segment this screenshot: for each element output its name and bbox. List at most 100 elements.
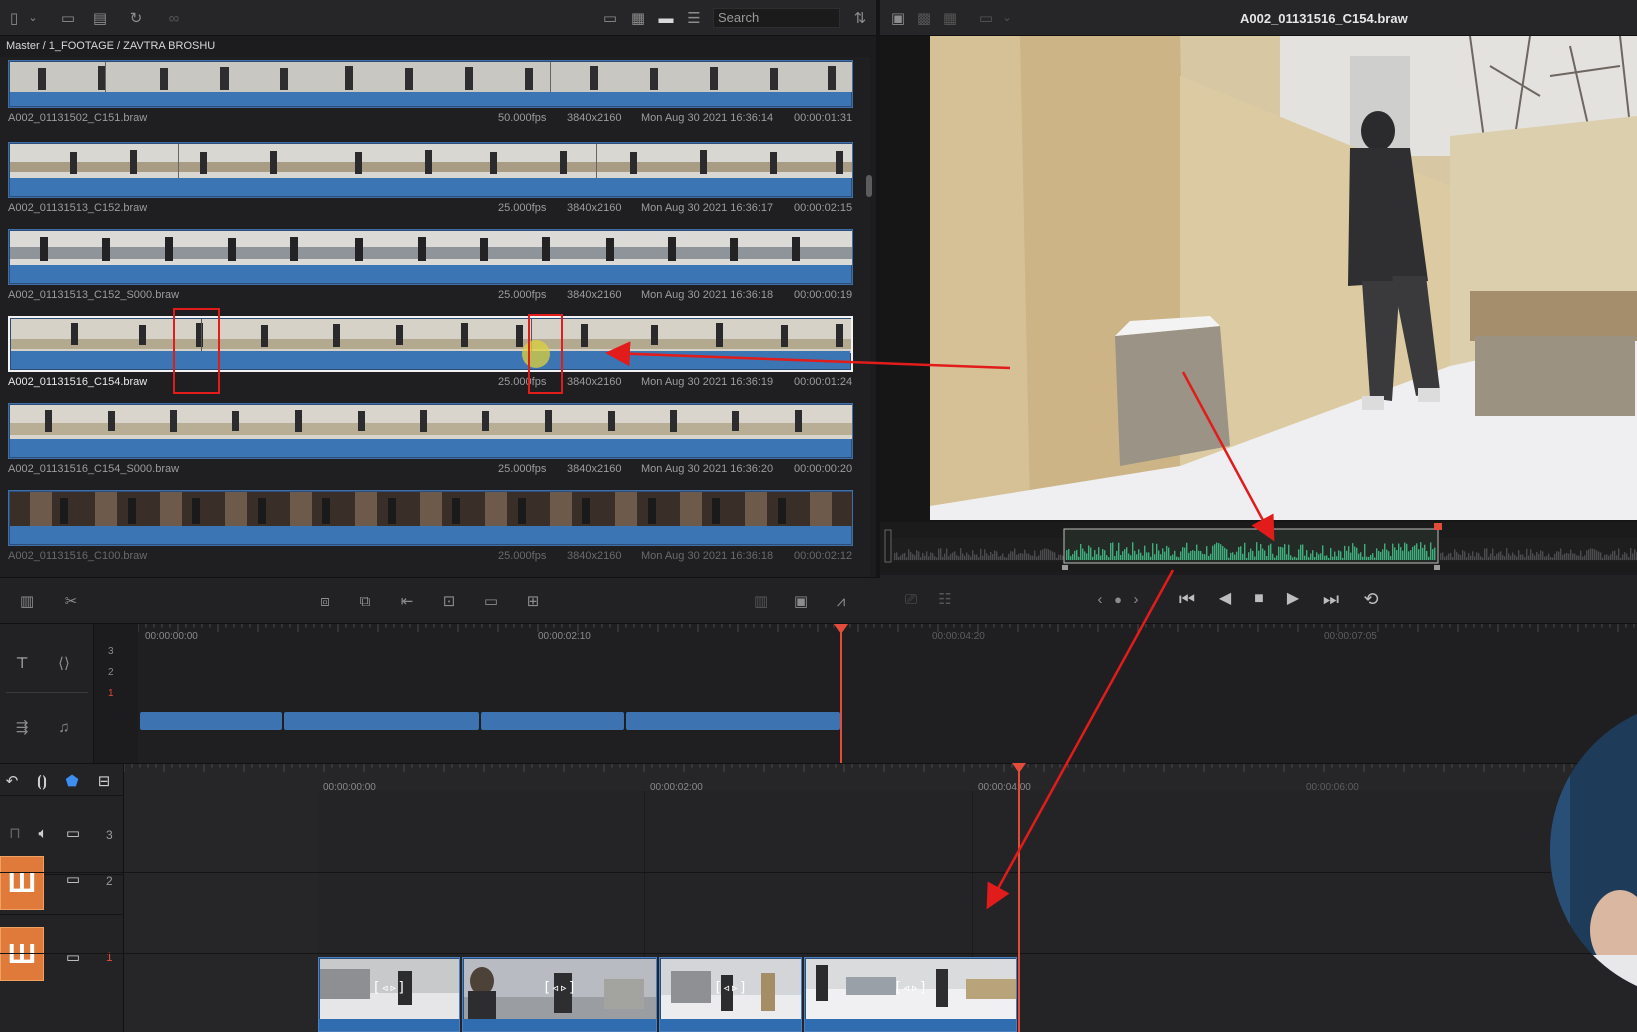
clip-name: A002_01131513_C152.braw xyxy=(8,202,148,214)
clip-duration: 00:00:01:24 xyxy=(794,376,853,388)
webcam-overlay xyxy=(1550,700,1637,1000)
timeline-video-clip[interactable]: [◃▹] xyxy=(462,957,657,1032)
ripple-overwrite-icon[interactable]: ⇤ xyxy=(392,590,422,612)
clip-filmstrip[interactable] xyxy=(8,316,853,372)
clip-filmstrip[interactable] xyxy=(8,490,853,546)
jog-right-icon[interactable]: › xyxy=(1128,589,1144,609)
clip-audio-bar xyxy=(11,351,850,369)
clip-resolution: 3840x2160 xyxy=(567,376,622,388)
chevron-down-icon[interactable]: ⌄ xyxy=(1000,9,1014,27)
clip-metadata: A002_01131513_C152_S000.braw 25.000fps 3… xyxy=(8,289,853,303)
divider xyxy=(6,692,88,693)
sleep-icon[interactable]: ▥ xyxy=(12,590,42,612)
multicam-icon[interactable]: ▦ xyxy=(940,9,960,27)
audio-track-options-icon[interactable]: ♫ xyxy=(50,716,78,738)
linked-selection-icon[interactable]: ⦗⦘ xyxy=(32,772,52,790)
panel-toggle-icon[interactable]: ▯ xyxy=(4,9,24,27)
new-bin-icon[interactable]: ▤ xyxy=(90,9,110,27)
clip-filmstrip[interactable] xyxy=(8,229,853,285)
clip-date: Mon Aug 30 2021 16:36:20 xyxy=(641,463,774,475)
snap-icon[interactable]: ↶ xyxy=(2,772,22,790)
flag-icon[interactable]: ⬟ xyxy=(64,772,80,790)
viewer-scrubber[interactable] xyxy=(880,522,1637,572)
clip-filmstrip[interactable] xyxy=(8,403,853,459)
clip-tag: [◃▹] xyxy=(713,980,748,996)
upper-playhead[interactable] xyxy=(840,630,842,764)
upper-timeline-tools: ⊤ ⟨⟩ ⇶ ♫ xyxy=(0,624,94,764)
place-on-top-icon[interactable]: ▭ xyxy=(476,590,506,612)
upper-playhead-handle[interactable] xyxy=(834,624,848,634)
search-input[interactable]: Search xyxy=(713,8,840,28)
clip-metadata: A002_01131516_C100.braw 25.000fps 3840x2… xyxy=(8,550,853,564)
relink-icon[interactable]: ↻ xyxy=(126,9,146,27)
metadata-view-icon[interactable]: ▭ xyxy=(600,9,620,27)
split-view-icon[interactable]: ▥ xyxy=(746,590,776,612)
track-lock-icon[interactable]: ⊤ xyxy=(8,652,36,674)
track-divider xyxy=(0,872,1637,873)
clip-bar xyxy=(660,1019,801,1031)
clip-metadata: A002_01131516_C154_S000.braw 25.000fps 3… xyxy=(8,463,853,477)
smart-insert-icon[interactable]: ⧈ xyxy=(310,590,340,612)
clip-audio-bar xyxy=(10,526,851,544)
track-number: 3 xyxy=(108,646,114,657)
timeline-clip[interactable] xyxy=(626,712,840,730)
scissors-icon[interactable]: ✂ xyxy=(60,590,82,612)
list-view-icon[interactable]: ☰ xyxy=(684,9,704,27)
play-icon[interactable]: ▶ xyxy=(1280,587,1306,611)
lower-playhead-handle[interactable] xyxy=(1012,763,1026,773)
viewer-clip-title: A002_01131516_C154.braw xyxy=(1240,11,1408,26)
timeline-video-clip[interactable]: [◃▹] xyxy=(659,957,802,1032)
video-track-icon[interactable]: ▭ xyxy=(62,824,84,842)
timeline-video-clip[interactable]: [◃▹] xyxy=(318,957,460,1032)
clip-duration: 00:00:02:12 xyxy=(794,550,853,562)
timeline-clip[interactable] xyxy=(140,712,282,730)
chevron-down-icon[interactable]: ⌄ xyxy=(26,9,40,27)
import-media-icon[interactable]: ▭ xyxy=(58,9,78,27)
clip-filmstrip[interactable] xyxy=(8,142,853,198)
timeline-clip[interactable] xyxy=(284,712,479,730)
clip-bar xyxy=(463,1019,656,1031)
link-icon[interactable]: ∞ xyxy=(164,9,184,27)
viewer-mode-icon[interactable]: ▭ xyxy=(976,9,996,27)
media-pool-scrollbar[interactable] xyxy=(866,175,872,197)
source-overwrite-icon[interactable]: ⊞ xyxy=(518,590,548,612)
timeline-clip[interactable] xyxy=(481,712,624,730)
play-reverse-icon[interactable]: ◀ xyxy=(1212,587,1238,611)
waveform-view-icon[interactable]: ⩘ xyxy=(826,590,856,612)
stop-icon[interactable]: ■ xyxy=(1246,587,1272,611)
single-view-icon[interactable]: ▣ xyxy=(786,590,816,612)
settings-sliders-icon[interactable]: ☷ xyxy=(932,589,958,609)
ruler-timecode: 00:00:00:00 xyxy=(145,631,198,642)
lower-playhead[interactable] xyxy=(1018,770,1020,1032)
clip-resolution: 3840x2160 xyxy=(567,289,622,301)
lock-icon[interactable]: ⊓ xyxy=(6,824,24,842)
clip-filmstrip[interactable] xyxy=(8,60,853,108)
safe-area-icon[interactable]: ▩ xyxy=(914,9,934,27)
go-to-end-icon[interactable]: ⏭ xyxy=(1316,587,1346,611)
divider xyxy=(0,795,124,796)
clip-export-icon[interactable]: ⎚ xyxy=(898,589,924,609)
sort-icon[interactable]: ⇅ xyxy=(850,9,870,27)
close-up-icon[interactable]: ⊡ xyxy=(434,590,464,612)
go-to-start-icon[interactable]: ⏮ xyxy=(1172,587,1202,611)
clip-audio-bar xyxy=(10,92,851,106)
track-number: 3 xyxy=(106,828,113,842)
image-icon[interactable]: ▣ xyxy=(888,9,908,27)
speaker-icon[interactable]: 🔈︎ xyxy=(32,824,54,842)
marker-icon[interactable]: ⊟ xyxy=(94,772,114,790)
jog-wheel-icon[interactable]: ● xyxy=(1110,589,1126,609)
clip-resolution: 3840x2160 xyxy=(567,112,622,124)
filmstrip-view-icon[interactable]: ▬ xyxy=(656,9,676,27)
timeline-video-clip[interactable]: [◃▹] xyxy=(804,957,1017,1032)
trim-icon[interactable]: ⟨⟩ xyxy=(50,652,78,674)
upper-timeline-ruler[interactable] xyxy=(138,624,1637,642)
clip-fps: 25.000fps xyxy=(498,463,547,475)
video-track-options-icon[interactable]: ⇶ xyxy=(8,716,36,738)
clip-audio-bar xyxy=(10,178,851,196)
loop-icon[interactable]: ⟲ xyxy=(1356,587,1386,611)
jog-left-icon[interactable]: ‹ xyxy=(1092,589,1108,609)
thumbnail-view-icon[interactable]: ▦ xyxy=(628,9,648,27)
video-track-icon[interactable]: ▭ xyxy=(62,948,84,966)
annotation-box xyxy=(173,308,220,394)
append-icon[interactable]: ⧉ xyxy=(350,590,380,612)
